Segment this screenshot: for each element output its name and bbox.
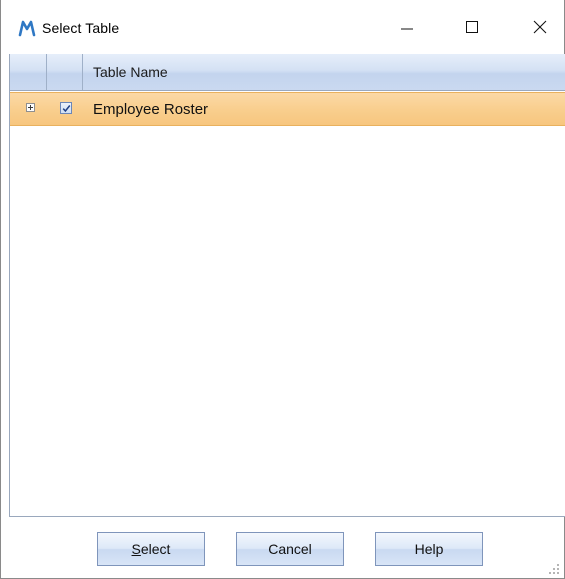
select-table-dialog: Select Table Table Name Employee Roster … bbox=[0, 0, 565, 579]
header-check-column[interactable] bbox=[47, 54, 83, 90]
minimize-button[interactable] bbox=[384, 0, 430, 54]
cancel-button[interactable]: Cancel bbox=[236, 532, 344, 566]
table-name-cell: Employee Roster bbox=[93, 101, 209, 118]
resize-grip-icon[interactable] bbox=[548, 562, 560, 574]
close-button[interactable] bbox=[517, 0, 563, 54]
header-expand-column[interactable] bbox=[10, 54, 47, 90]
close-icon bbox=[533, 20, 547, 34]
header-table-name[interactable]: Table Name bbox=[93, 64, 168, 80]
grid-header: Table Name bbox=[10, 54, 565, 91]
select-mnemonic: S bbox=[131, 541, 141, 557]
checkmark-icon bbox=[62, 105, 71, 113]
minimize-icon bbox=[401, 28, 413, 30]
divider bbox=[9, 516, 565, 517]
help-button[interactable]: Help bbox=[375, 532, 483, 566]
select-button[interactable]: Select bbox=[97, 532, 205, 566]
row-checkbox[interactable] bbox=[60, 102, 72, 114]
expand-plus-icon[interactable] bbox=[26, 103, 35, 112]
table-row[interactable]: Employee Roster bbox=[10, 92, 565, 126]
title-bar[interactable]: Select Table bbox=[1, 0, 564, 54]
select-label-rest: elect bbox=[140, 541, 171, 557]
maximize-button[interactable] bbox=[449, 0, 495, 54]
m-logo-icon bbox=[18, 19, 36, 37]
window-title: Select Table bbox=[42, 20, 120, 36]
table-grid[interactable]: Table Name Employee Roster bbox=[9, 54, 565, 516]
maximize-icon bbox=[466, 21, 478, 33]
